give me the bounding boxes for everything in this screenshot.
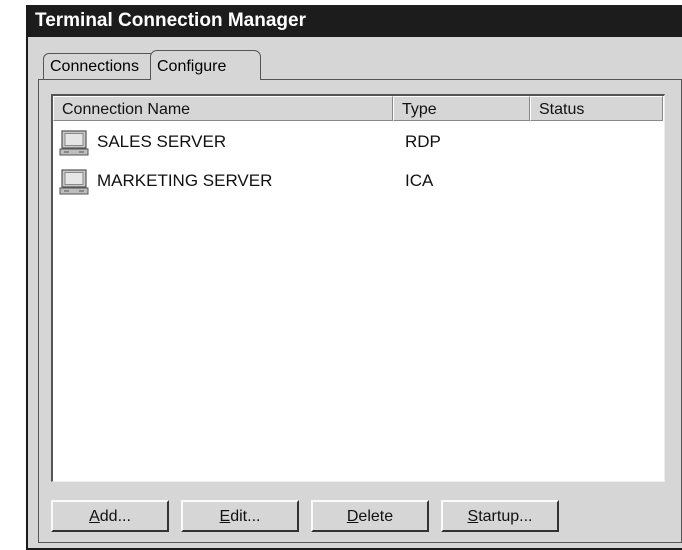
connection-name: MARKETING SERVER bbox=[97, 171, 273, 190]
column-header-type[interactable]: Type bbox=[393, 96, 530, 121]
connection-type: ICA bbox=[405, 171, 434, 190]
list-item[interactable]: MARKETING SERVER ICA bbox=[53, 163, 663, 199]
column-header-status[interactable]: Status bbox=[530, 96, 663, 121]
window-title: Terminal Connection Manager bbox=[28, 5, 682, 37]
list-item[interactable]: SALES SERVER RDP bbox=[53, 124, 663, 160]
delete-button[interactable]: Delete bbox=[311, 500, 429, 532]
terminal-connection-manager-window: Terminal Connection Manager Connections … bbox=[26, 5, 682, 550]
connection-type: RDP bbox=[405, 132, 441, 151]
startup-button[interactable]: Startup... bbox=[441, 500, 559, 532]
computer-icon bbox=[59, 169, 89, 195]
tab-connections[interactable]: Connections bbox=[43, 53, 153, 79]
edit-button[interactable]: Edit... bbox=[181, 500, 299, 532]
column-header-connection-name[interactable]: Connection Name bbox=[53, 96, 393, 121]
connection-name: SALES SERVER bbox=[97, 132, 227, 151]
tab-configure[interactable]: Configure bbox=[150, 50, 261, 80]
list-header: Connection Name Type Status bbox=[53, 96, 663, 121]
configure-panel: Connection Name Type Status SALES SERVER… bbox=[38, 79, 682, 543]
add-button[interactable]: Add... bbox=[51, 500, 169, 532]
computer-icon bbox=[59, 130, 89, 156]
connections-list[interactable]: Connection Name Type Status SALES SERVER… bbox=[51, 94, 665, 482]
